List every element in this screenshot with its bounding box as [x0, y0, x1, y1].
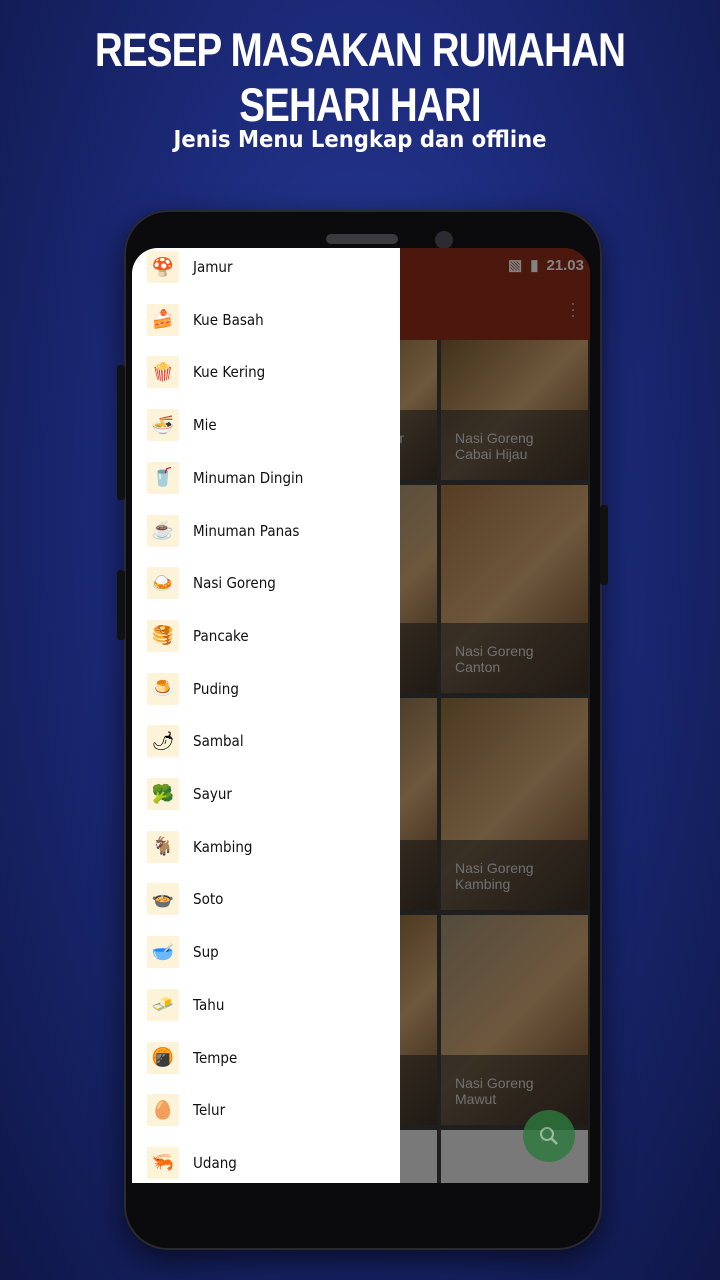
category-icon: 🍿 [147, 356, 179, 389]
category-icon: 🍘 [147, 1041, 179, 1074]
phone-camera [435, 231, 453, 249]
drawer-item-kambing[interactable]: 🐐 Kambing [132, 821, 400, 873]
drawer-item-label: Jamur [193, 258, 233, 276]
drawer-item-label: Tahu [193, 995, 225, 1014]
drawer-item-kue-basah[interactable]: 🍰 Kue Basah [132, 294, 400, 346]
drawer-item-label: Nasi Goreng [193, 574, 276, 593]
drawer-item-nasi-goreng[interactable]: 🍛 Nasi Goreng [132, 557, 400, 609]
drawer-item-puding[interactable]: 🍮 Puding [132, 663, 400, 715]
category-icon: 🍛 [147, 567, 179, 600]
drawer-item-label: Sayur [193, 785, 232, 803]
phone-side-button [117, 365, 125, 500]
drawer-item-sambal[interactable]: 🌶 Sambal [132, 715, 400, 767]
drawer-item-label: Mie [193, 416, 217, 435]
search-fab[interactable] [523, 1110, 575, 1162]
category-icon: 🍜 [147, 409, 179, 442]
category-icon: 🍰 [147, 303, 179, 336]
category-icon: 🍄 [147, 251, 179, 283]
phone-side-button [117, 570, 125, 640]
promo-headline: RESEP MASAKAN RUMAHAN SEHARI HARI [94, 23, 626, 131]
drawer-item-mie[interactable]: 🍜 Mie [132, 399, 400, 451]
category-icon: 🥞 [147, 619, 179, 652]
drawer-item-label: Udang [193, 1153, 237, 1172]
drawer-item-kue-kering[interactable]: 🍿 Kue Kering [132, 346, 400, 398]
drawer-item-label: Pancake [193, 626, 249, 645]
category-icon: 🦐 [147, 1146, 179, 1179]
drawer-item-tahu[interactable]: 🧈 Tahu [132, 979, 400, 1031]
drawer-item-minuman-dingin[interactable]: 🥤 Minuman Dingin [132, 452, 400, 504]
drawer-item-label: Soto [193, 890, 224, 909]
category-icon: 🥣 [147, 936, 179, 969]
category-icon: 🌶 [147, 725, 179, 758]
drawer-item-label: Tempe [193, 1048, 238, 1067]
drawer-item-label: Telur [193, 1101, 226, 1120]
category-icon: 🍮 [147, 672, 179, 705]
category-icon: 🥦 [147, 778, 179, 810]
drawer-item-jamur[interactable]: 🍄 Jamur [132, 248, 400, 293]
drawer-item-label: Kambing [193, 837, 253, 856]
promo-subtitle: Jenis Menu Lengkap dan offline [173, 127, 547, 153]
drawer-item-pancake[interactable]: 🥞 Pancake [132, 610, 400, 662]
phone-side-button [600, 505, 608, 585]
drawer-item-label: Kue Basah [193, 310, 264, 329]
category-icon: 🥚 [147, 1094, 179, 1127]
phone-speaker [326, 234, 398, 244]
search-icon [540, 1127, 558, 1145]
drawer-item-label: Kue Kering [193, 363, 266, 382]
drawer-item-label: Sup [193, 943, 219, 962]
drawer-item-label: Minuman Dingin [193, 468, 304, 487]
drawer-item-label: Minuman Panas [193, 521, 300, 540]
category-icon: ☕ [147, 514, 179, 547]
drawer-item-minuman-panas[interactable]: ☕ Minuman Panas [132, 505, 400, 557]
drawer-item-soto[interactable]: 🍲 Soto [132, 873, 400, 925]
category-icon: 🥤 [147, 461, 179, 494]
app-screen: ▧ ▮ 21.03 ··· adarNasi Goreng Cabai Hija… [132, 248, 590, 1183]
drawer-item-udang[interactable]: 🦐 Udang [132, 1137, 400, 1183]
category-icon: 🐐 [147, 830, 179, 863]
drawer-item-label: Sambal [193, 732, 244, 751]
drawer-item-telur[interactable]: 🥚 Telur [132, 1084, 400, 1136]
drawer-item-label: Puding [193, 679, 239, 698]
category-icon: 🍲 [147, 883, 179, 916]
drawer-item-tempe[interactable]: 🍘 Tempe [132, 1032, 400, 1084]
drawer-item-sayur[interactable]: 🥦 Sayur [132, 768, 400, 820]
navigation-drawer: 🍄 Jamur 🍰 Kue Basah 🍿 Kue Kering 🍜 Mie 🥤 Minuman … [132, 248, 400, 1183]
category-icon: 🧈 [147, 988, 179, 1021]
drawer-item-sup[interactable]: 🥣 Sup [132, 926, 400, 978]
